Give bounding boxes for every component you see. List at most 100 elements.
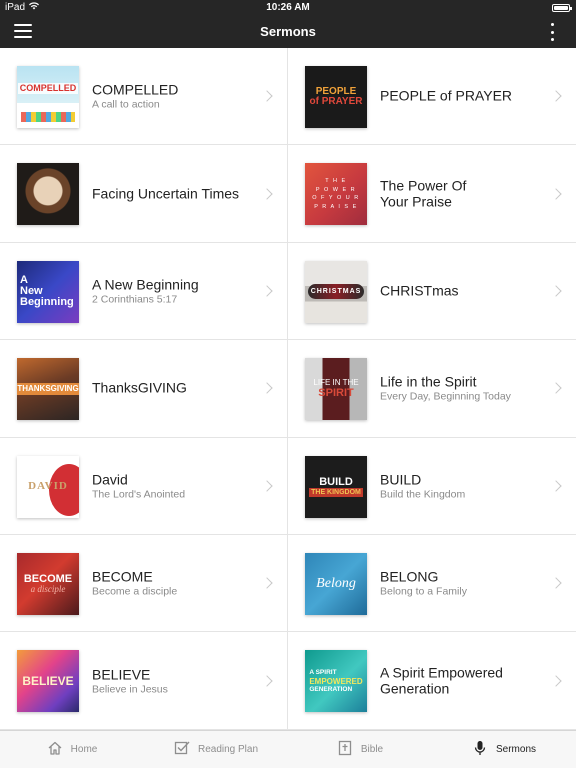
series-item-believe[interactable]: BELIEVE BELIEVE Believe in Jesus [0, 632, 288, 730]
series-text: Facing Uncertain Times [92, 185, 253, 202]
series-subtitle: A call to action [92, 98, 160, 111]
town-illustration [21, 112, 75, 122]
checkbox-icon [174, 740, 190, 759]
tab-bible[interactable]: Bible [288, 731, 432, 768]
series-subtitle: Build the Kingdom [380, 488, 466, 501]
chevron-right-icon [261, 674, 273, 687]
series-thumbnail: T H E P O W E R O F Y O U R P R A I S E [305, 163, 367, 226]
series-item-a-new-beginning[interactable]: A New Beginning A New Beginning 2 Corint… [0, 242, 288, 341]
sermon-series-grid: COMPELLED COMPELLED A call to action PEO… [0, 48, 576, 730]
series-thumbnail: THANKSGIVING [17, 358, 79, 421]
tab-sermons-label: Sermons [495, 744, 536, 755]
thumbnail-text-secondary: SPIRIT [318, 387, 354, 400]
series-text: BUILD Build the Kingdom [380, 471, 542, 500]
series-title: David [92, 471, 128, 488]
tab-bible-label: Bible [360, 744, 384, 755]
series-item-david[interactable]: DAVID David The Lord's Anointed [0, 437, 288, 535]
series-item-people-of-prayer[interactable]: PEOPLE of PRAYER PEOPLE of PRAYER [288, 48, 576, 146]
series-text: David The Lord's Anointed [92, 471, 253, 500]
series-item-become[interactable]: BECOME a disciple BECOME Become a discipl… [0, 534, 288, 633]
series-title: ThanksGIVING [92, 379, 187, 396]
series-thumbnail: DAVID [17, 455, 79, 518]
page-title: Sermons [260, 24, 316, 39]
thumbnail-text-secondary: THE KINGDOM [309, 487, 363, 498]
thumbnail-text: COMPELLED [17, 82, 79, 94]
chevron-right-icon [261, 187, 273, 200]
status-bar: iPad 10:26 AM [0, 0, 576, 16]
thumbnail-text: T H E P O W E R O F Y O U R P R A I S E [312, 177, 360, 211]
tab-reading-plan-label: Reading Plan [197, 744, 259, 755]
series-title: PEOPLE of PRAYER [380, 87, 513, 104]
series-item-power-of-your-praise[interactable]: T H E P O W E R O F Y O U R P R A I S E … [288, 145, 576, 243]
series-title: Life in the Spirit [380, 373, 477, 390]
series-text: A New Beginning 2 Corinthians 5:17 [92, 276, 253, 305]
chevron-right-icon [261, 577, 273, 589]
battery-icon [552, 4, 572, 12]
series-thumbnail: LIFE IN THE SPIRIT [305, 358, 367, 421]
series-thumbnail: Belong [305, 552, 367, 615]
tab-home-label: Home [70, 744, 98, 755]
series-text: BECOME Become a disciple [92, 569, 253, 598]
series-title: A New Beginning [92, 276, 199, 293]
series-text: The Power Of Your Praise [380, 177, 542, 210]
thumbnail-text-secondary: a disciple [30, 584, 66, 595]
thumbnail-text-tertiary: GENERATION [309, 686, 353, 694]
series-item-belong[interactable]: Belong BELONG Belong to a Family [288, 534, 576, 633]
series-item-christmas[interactable]: CHRISTMAS CHRISTmas [288, 242, 576, 341]
chevron-right-icon [550, 480, 562, 492]
series-subtitle: Every Day, Beginning Today [380, 390, 511, 403]
tab-sermons[interactable]: Sermons [432, 731, 576, 768]
series-thumbnail: COMPELLED [17, 66, 79, 128]
thumbnail-text: BELIEVE [22, 674, 74, 689]
series-item-facing-uncertain-times[interactable]: Facing Uncertain Times [0, 145, 288, 243]
series-text: BELIEVE Believe in Jesus [92, 666, 253, 695]
series-text: PEOPLE of PRAYER [380, 88, 542, 105]
series-title: BELONG [380, 568, 439, 585]
navigation-bar: Sermons [0, 16, 576, 48]
thumbnail-text: BUILD [319, 475, 353, 488]
series-text: BELONG Belong to a Family [380, 569, 542, 598]
chevron-right-icon [261, 480, 273, 492]
series-subtitle: Become a disciple [92, 585, 178, 598]
series-subtitle: The Lord's Anointed [92, 488, 186, 501]
bible-icon [337, 740, 353, 759]
series-text: A Spirit Empowered Generation [380, 664, 542, 697]
series-item-life-in-the-spirit[interactable]: LIFE IN THE SPIRIT Life in the Spirit Eve… [288, 340, 576, 438]
chevron-right-icon [550, 382, 562, 395]
series-thumbnail: BECOME a disciple [17, 552, 79, 615]
series-title: BECOME [92, 568, 153, 585]
chevron-right-icon [550, 187, 562, 200]
thumbnail-text: LIFE IN THE [313, 377, 359, 387]
series-thumbnail: A New Beginning [17, 260, 79, 323]
thumbnail-text: A New Beginning [20, 274, 74, 309]
thumbnail-text: CHRISTMAS [307, 284, 365, 300]
chevron-right-icon [550, 674, 562, 687]
microphone-icon [472, 740, 488, 759]
series-title: The Power Of Your Praise [380, 177, 467, 210]
series-item-spirit-empowered-generation[interactable]: A SPIRIT EMPOWERED GENERATION A Spirit Emp… [288, 632, 576, 730]
thumbnail-text-secondary: EMPOWERED [309, 676, 363, 686]
chevron-right-icon [550, 577, 562, 589]
chevron-right-icon [261, 382, 273, 395]
series-item-thanksgiving[interactable]: THANKSGIVING ThanksGIVING [0, 340, 288, 438]
series-title: Facing Uncertain Times [92, 185, 240, 202]
series-title: COMPELLED [92, 81, 179, 98]
series-item-compelled[interactable]: COMPELLED COMPELLED A call to action [0, 48, 288, 146]
chevron-right-icon [550, 90, 562, 102]
series-text: COMPELLED A call to action [92, 82, 253, 111]
series-text: ThanksGIVING [92, 380, 253, 397]
series-thumbnail: BELIEVE [17, 650, 79, 713]
thumbnail-text-secondary: of PRAYER [309, 96, 363, 107]
series-subtitle: 2 Corinthians 5:17 [92, 293, 178, 306]
tab-reading-plan[interactable]: Reading Plan [144, 731, 288, 768]
tab-home[interactable]: Home [0, 731, 144, 768]
series-title: BUILD [380, 471, 422, 488]
status-time: 10:26 AM [266, 2, 310, 13]
series-title: CHRISTmas [380, 282, 459, 299]
series-subtitle: Believe in Jesus [92, 683, 168, 696]
thumbnail-text: DAVID [28, 480, 68, 493]
series-title: BELIEVE [92, 666, 151, 683]
series-item-build[interactable]: BUILD THE KINGDOM BUILD Build the Kingdom [288, 437, 576, 535]
home-icon [47, 740, 63, 759]
more-vertical-icon[interactable] [548, 23, 556, 41]
